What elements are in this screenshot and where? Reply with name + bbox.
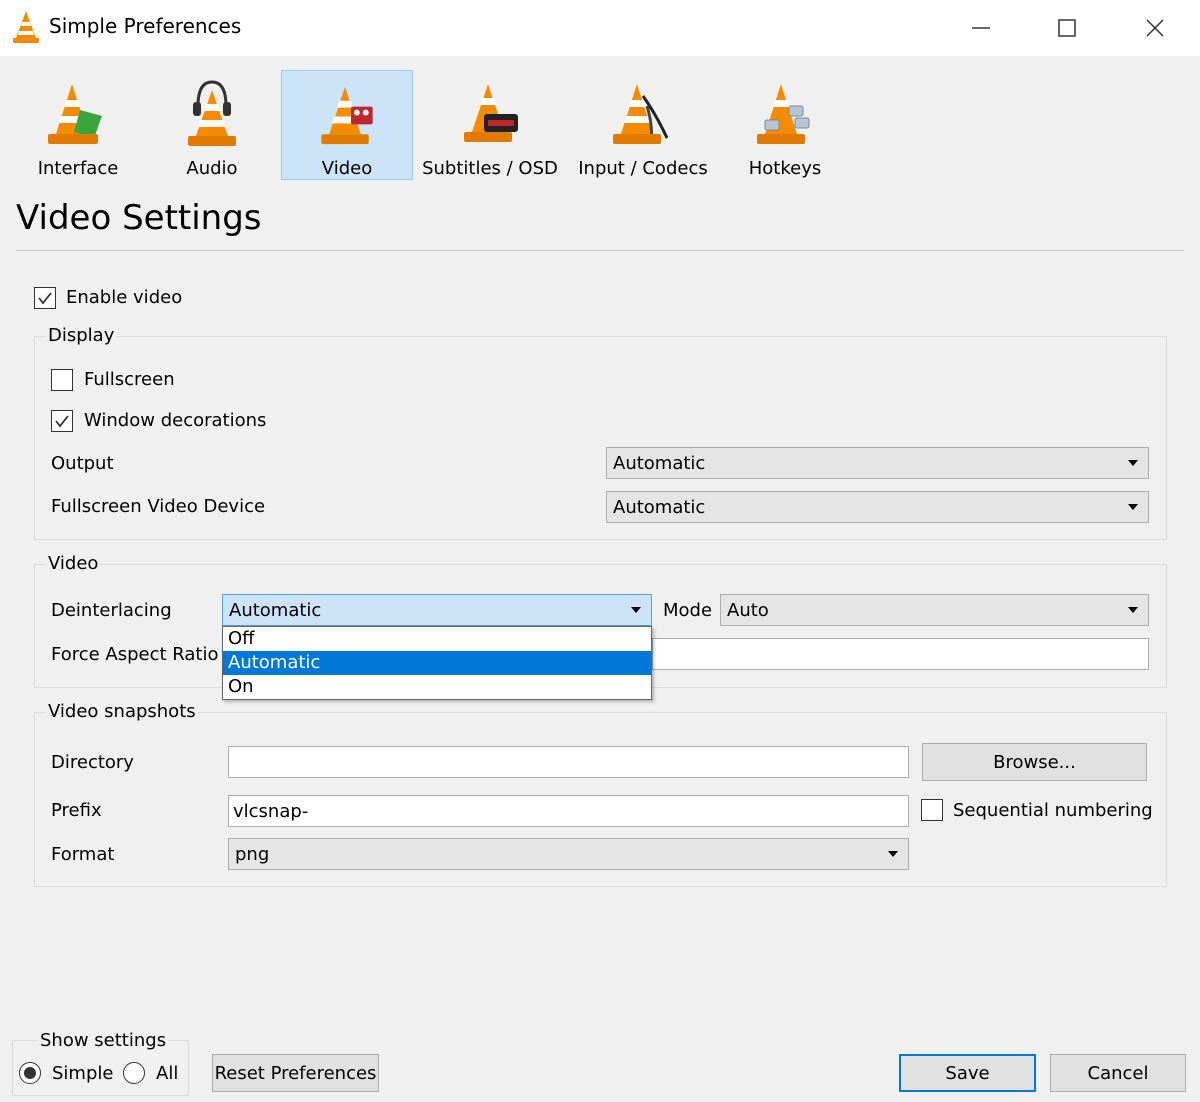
prefix-input[interactable]: vlcsnap- [228,795,909,827]
title-bar: Simple Preferences [0,0,1200,56]
mode-label: Mode [663,600,713,621]
deinterlacing-dropdown-list: Off Automatic On [222,626,652,700]
chevron-down-icon [888,851,898,857]
maximize-button[interactable] [1024,0,1110,56]
force-aspect-ratio-label: Force Aspect Ratio [51,644,219,665]
tab-input-label: Input / Codecs [578,158,708,179]
tab-audio-label: Audio [186,158,238,179]
output-value: Automatic [613,452,706,474]
directory-input[interactable] [228,746,909,778]
deinterlacing-option-off[interactable]: Off [223,627,651,651]
close-icon [1146,19,1164,37]
fullscreen-device-select[interactable]: Automatic [606,491,1149,523]
window-decorations-label: Window decorations [84,410,267,431]
mode-value: Auto [727,599,769,621]
minimize-button[interactable] [938,0,1024,56]
tab-subtitles-label: Subtitles / OSD [422,158,558,179]
video-group-title: Video [46,553,101,574]
checkmark-icon [55,415,69,428]
deinterlacing-label: Deinterlacing [51,600,172,621]
vlc-cone-subtitles-icon [464,84,518,142]
close-button[interactable] [1112,0,1198,56]
vlc-cone-codecs-icon [613,84,669,144]
tab-interface-label: Interface [37,158,119,179]
deinterlacing-option-on[interactable]: On [223,675,651,699]
output-label: Output [51,453,114,474]
minimize-icon [972,27,990,29]
snapshots-group-title: Video snapshots [46,701,198,722]
window-title: Simple Preferences [49,14,242,38]
maximize-icon [1058,19,1076,37]
display-group-title: Display [46,325,117,346]
simple-radio-label: Simple [52,1063,114,1084]
cancel-button[interactable]: Cancel [1050,1054,1186,1092]
force-aspect-ratio-input[interactable] [652,638,1149,670]
chevron-down-icon [1128,504,1138,510]
format-select[interactable]: png [228,838,909,870]
tab-video[interactable]: Video [281,70,413,180]
chevron-down-icon [1128,460,1138,466]
sequential-numbering-checkbox[interactable] [921,799,943,821]
sequential-numbering-label: Sequential numbering [953,800,1153,821]
enable-video-checkbox[interactable] [34,287,56,309]
tab-audio[interactable]: Audio [146,70,278,180]
tab-subtitles-osd[interactable]: Subtitles / OSD [418,70,562,180]
save-button[interactable]: Save [899,1054,1036,1092]
window-decorations-checkbox[interactable] [51,410,73,432]
tab-video-label: Video [321,158,373,179]
tab-hotkeys-label: Hotkeys [748,158,822,179]
vlc-app-icon [13,11,39,43]
simple-radio[interactable] [19,1062,41,1084]
checkmark-icon [38,292,52,305]
fullscreen-device-label: Fullscreen Video Device [51,496,266,517]
reset-preferences-button[interactable]: Reset Preferences [212,1054,379,1092]
format-label: Format [51,844,115,865]
vlc-cone-headphones-icon [188,80,236,146]
deinterlacing-value: Automatic [229,599,322,621]
page-title: Video Settings [16,198,262,238]
tab-hotkeys[interactable]: Hotkeys [719,70,851,180]
tab-interface[interactable]: Interface [12,70,144,180]
vlc-cone-hotkeys-icon [757,84,810,144]
directory-label: Directory [51,752,134,773]
output-select[interactable]: Automatic [606,447,1149,479]
radio-selected-dot [24,1067,36,1079]
fullscreen-checkbox[interactable] [51,369,73,391]
browse-button[interactable]: Browse... [922,743,1147,781]
deinterlacing-option-automatic[interactable]: Automatic [223,651,651,675]
format-value: png [235,843,270,865]
deinterlacing-select[interactable]: Automatic [222,594,652,626]
enable-video-label: Enable video [66,287,183,308]
mode-select[interactable]: Auto [720,594,1149,626]
fullscreen-device-value: Automatic [613,496,706,518]
all-radio[interactable] [123,1062,145,1084]
chevron-down-icon [631,607,641,613]
prefix-value: vlcsnap- [233,800,309,822]
show-settings-title: Show settings [38,1030,169,1051]
tab-input-codecs[interactable]: Input / Codecs [572,70,714,180]
fullscreen-label: Fullscreen [84,369,175,390]
vlc-cone-video-icon [321,86,373,145]
vlc-cone-interface-icon [48,84,102,144]
chevron-down-icon [1128,607,1138,613]
all-radio-label: All [156,1063,179,1084]
prefix-label: Prefix [51,800,102,821]
title-divider [16,250,1184,251]
